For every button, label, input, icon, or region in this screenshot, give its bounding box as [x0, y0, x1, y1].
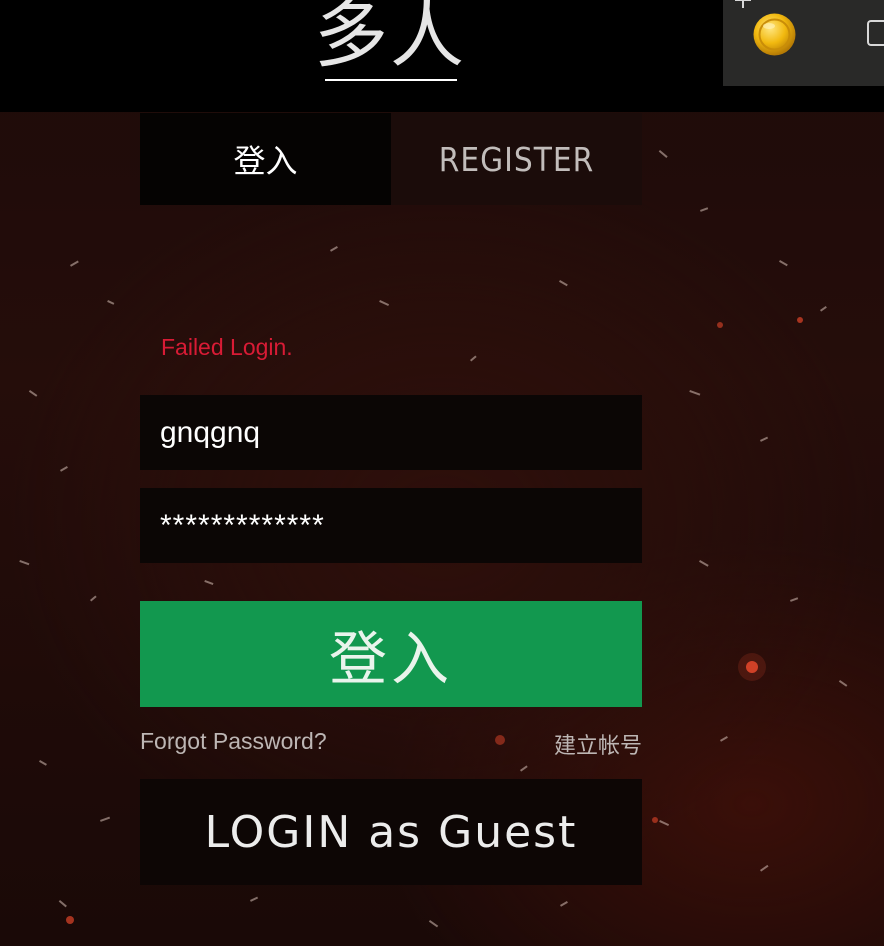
currency-panel — [723, 0, 884, 86]
username-input[interactable] — [160, 415, 622, 450]
username-field-container — [140, 395, 642, 470]
password-field-container[interactable]: ************* — [140, 488, 642, 563]
tab-login[interactable]: 登入 — [140, 113, 391, 205]
create-account-link[interactable]: 建立帐号 — [538, 728, 642, 760]
panel-box-icon[interactable] — [867, 20, 884, 46]
tab-register[interactable]: REGISTER — [391, 113, 642, 205]
password-input[interactable]: ************* — [160, 509, 325, 543]
auth-tabs: 登入 REGISTER — [140, 113, 642, 205]
guest-login-button[interactable]: LOGIN as Guest — [140, 779, 642, 885]
login-submit-button[interactable]: 登入 — [140, 601, 642, 707]
plus-icon[interactable] — [733, 0, 753, 10]
login-error-message: Failed Login. — [161, 334, 293, 360]
forgot-password-link[interactable]: Forgot Password? — [140, 728, 327, 755]
page-title: 多人 — [314, 0, 466, 78]
coin-icon — [753, 13, 796, 56]
title-underline — [325, 79, 457, 81]
